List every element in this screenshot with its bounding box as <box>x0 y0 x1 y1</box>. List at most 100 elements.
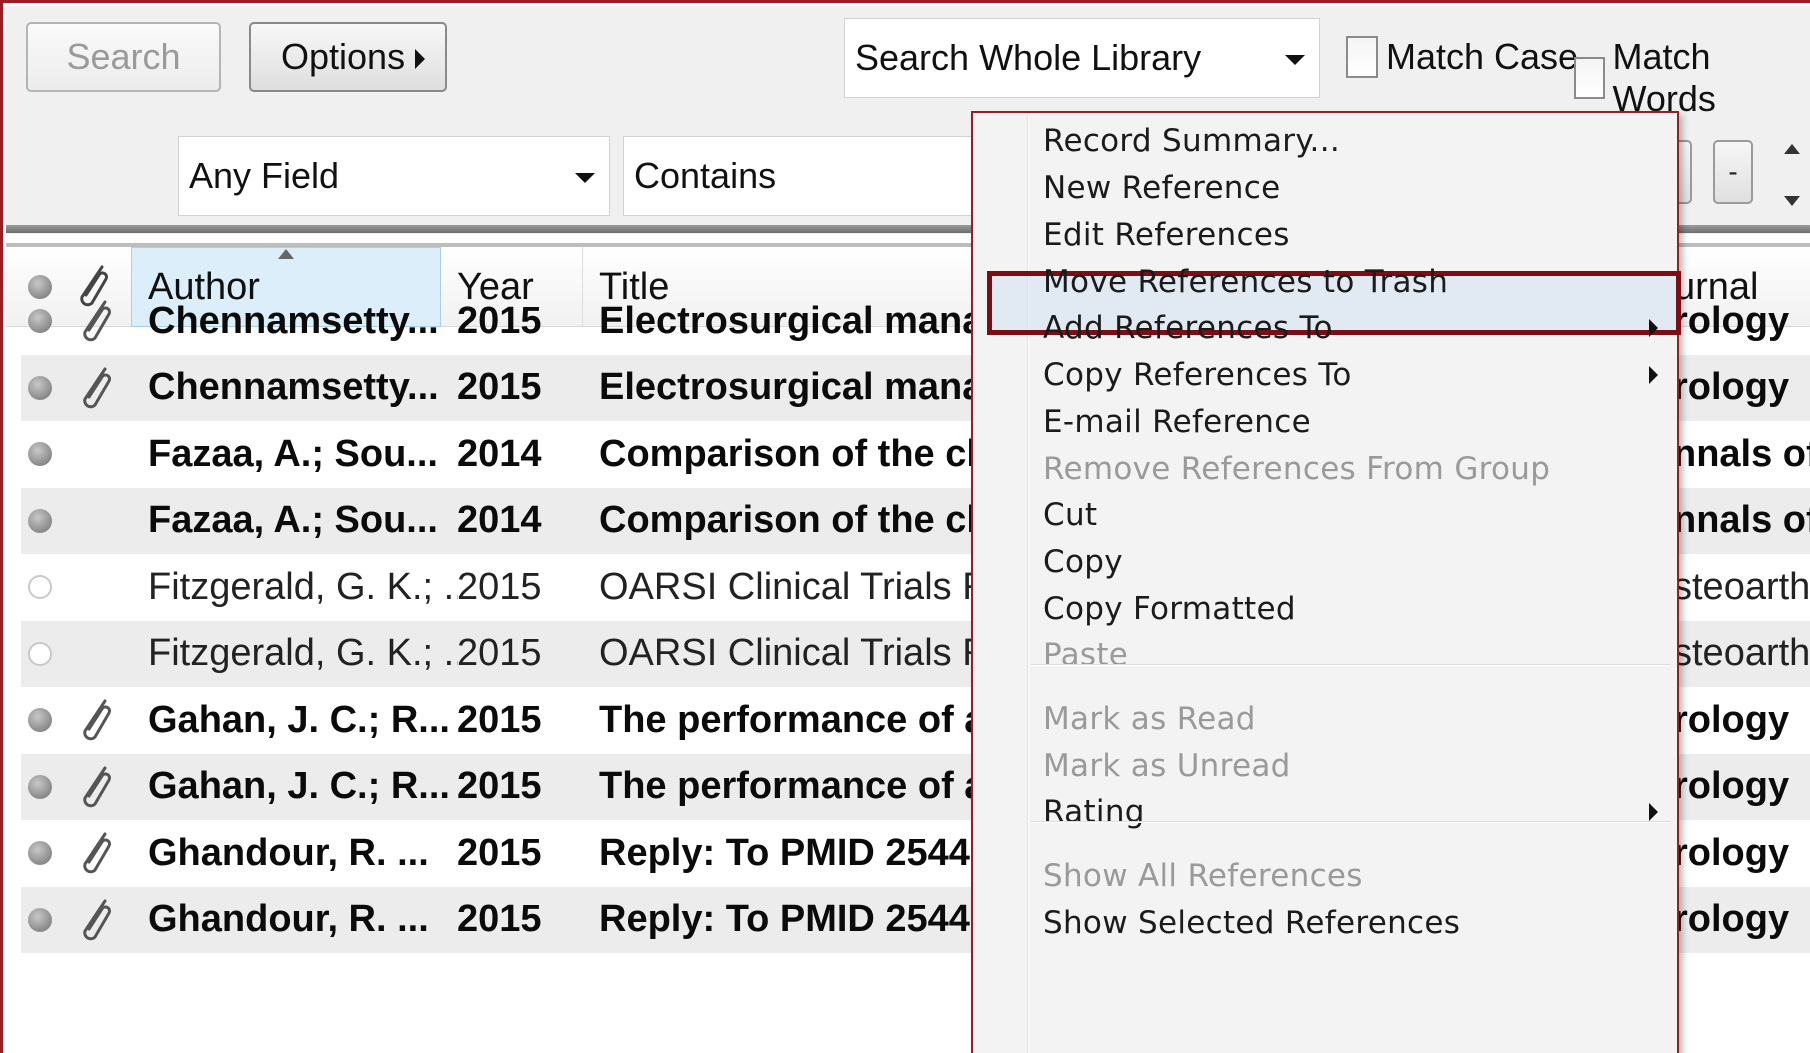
paperclip-icon <box>83 300 111 342</box>
menu-item-add-references-to[interactable]: Add References To <box>1043 301 1658 355</box>
title-cell: Reply: To PMID 25440 <box>599 898 991 940</box>
year-cell: 2014 <box>457 499 542 541</box>
unread-status-icon[interactable] <box>28 508 52 533</box>
author-cell: Gahan, J. C.; R... <box>148 765 450 807</box>
match-case-checkbox[interactable]: Match Case <box>1346 36 1578 78</box>
menu-item-show-all-references: Show All References <box>1043 849 1363 903</box>
search-scope-value: Search Whole Library <box>855 37 1202 78</box>
search-field-value: Any Field <box>189 155 340 196</box>
remove-search-row-button[interactable]: - <box>1713 140 1753 204</box>
menu-item-record-summary[interactable]: Record Summary... <box>1043 114 1340 168</box>
journal-cell: nnals of <box>1673 499 1810 541</box>
chevron-down-icon <box>1285 55 1305 65</box>
menu-item-label: Copy Formatted <box>1043 591 1296 627</box>
title-cell: Electrosurgical manag <box>599 299 991 342</box>
read-status-icon[interactable] <box>28 641 52 666</box>
paperclip-icon <box>83 699 111 741</box>
paperclip-icon <box>83 367 111 408</box>
options-button[interactable]: Options <box>249 22 447 92</box>
author-cell: Ghandour, R. ... <box>148 898 429 940</box>
paperclip-icon <box>83 832 111 874</box>
menu-item-show-selected-references[interactable]: Show Selected References <box>1043 896 1460 950</box>
menu-item-label: Copy <box>1043 544 1123 580</box>
journal-cell: nnals of <box>1673 432 1810 475</box>
author-cell: Ghandour, R. ... <box>148 831 429 874</box>
title-cell: Comparison of the cli <box>599 499 988 541</box>
journal-cell: steoarthr <box>1673 632 1810 674</box>
menu-item-new-reference[interactable]: New Reference <box>1043 161 1280 215</box>
search-button[interactable]: Search <box>26 22 221 92</box>
scroll-down-icon[interactable] <box>1784 196 1800 206</box>
menu-item-label: Add References To <box>1043 310 1333 346</box>
title-cell: Reply: To PMID 25440 <box>599 831 991 874</box>
journal-cell: rology <box>1673 366 1790 408</box>
paperclip-icon <box>83 899 111 940</box>
title-cell: The performance of a <box>599 765 986 807</box>
menu-item-edit-references[interactable]: Edit References <box>1043 208 1290 262</box>
match-words-label: Match Words <box>1612 36 1716 119</box>
options-label: Options <box>281 36 406 77</box>
menu-item-label: Show All References <box>1043 858 1363 894</box>
unread-status-icon[interactable] <box>28 708 52 732</box>
year-cell: 2015 <box>457 565 542 608</box>
search-rows-scrollbar[interactable] <box>1771 126 1810 226</box>
menu-item-cut[interactable]: Cut <box>1043 488 1097 542</box>
menu-separator <box>1031 664 1671 666</box>
unread-status-icon[interactable] <box>28 309 52 333</box>
journal-cell: rology <box>1673 765 1790 807</box>
unread-status-icon[interactable] <box>28 841 52 865</box>
author-cell: Fazaa, A.; Sou... <box>148 432 438 475</box>
menu-item-label: Mark as Read <box>1043 701 1256 737</box>
unread-status-icon[interactable] <box>28 442 52 466</box>
sort-ascending-icon <box>278 249 294 259</box>
menu-item-label: Rating <box>1043 794 1145 830</box>
unread-status-icon[interactable] <box>28 774 52 799</box>
year-cell: 2015 <box>457 765 542 807</box>
author-cell: Chennamsetty... <box>148 299 439 342</box>
author-cell: Gahan, J. C.; R... <box>148 698 450 741</box>
checkbox-box[interactable] <box>1574 57 1605 99</box>
menu-item-label: Paste <box>1043 637 1129 673</box>
chevron-down-icon <box>575 173 595 183</box>
title-cell: OARSI Clinical Trials Recor <box>599 565 991 608</box>
menu-item-copy-references-to[interactable]: Copy References To <box>1043 348 1658 402</box>
menu-item-e-mail-reference[interactable]: E-mail Reference <box>1043 395 1311 449</box>
author-cell: Chennamsetty... <box>148 366 439 408</box>
title-cell: Comparison of the cli <box>599 432 988 475</box>
journal-cell: steoarthr <box>1673 565 1810 608</box>
menu-item-label: New Reference <box>1043 170 1281 206</box>
journal-cell: rology <box>1673 698 1790 741</box>
title-cell: The performance of a <box>599 698 986 741</box>
unread-status-icon[interactable] <box>28 907 52 932</box>
submenu-arrow-icon <box>1649 319 1658 337</box>
search-field-select[interactable]: Any Field <box>178 136 610 216</box>
match-case-label: Match Case <box>1386 36 1579 77</box>
author-cell: Fitzgerald, G. K.; ... <box>148 565 458 608</box>
search-scope-select[interactable]: Search Whole Library <box>844 18 1320 98</box>
menu-item-label: Copy References To <box>1043 357 1352 393</box>
match-words-checkbox[interactable]: Match Words <box>1574 36 1810 120</box>
year-cell: 2015 <box>457 299 542 342</box>
menu-item-paste: Paste <box>1043 628 1128 682</box>
submenu-arrow-icon <box>1649 803 1658 821</box>
checkbox-box[interactable] <box>1346 36 1378 78</box>
menu-item-label: Record Summary... <box>1043 123 1341 159</box>
year-cell: 2015 <box>457 898 542 940</box>
menu-item-rating[interactable]: Rating <box>1043 785 1658 839</box>
year-cell: 2014 <box>457 432 542 475</box>
menu-item-remove-references-from-group: Remove References From Group <box>1043 442 1550 496</box>
read-status-icon[interactable] <box>28 575 52 599</box>
menu-item-copy[interactable]: Copy <box>1043 535 1123 589</box>
search-operator-value: Contains <box>634 155 777 196</box>
author-cell: Fazaa, A.; Sou... <box>148 499 438 541</box>
year-cell: 2015 <box>457 698 542 741</box>
search-operator-select[interactable]: Contains <box>623 136 1023 216</box>
author-cell: Fitzgerald, G. K.; ... <box>148 632 458 674</box>
paperclip-icon <box>83 766 111 807</box>
menu-item-label: E-mail Reference <box>1043 404 1311 440</box>
menu-separator <box>1031 821 1671 823</box>
unread-status-icon[interactable] <box>28 375 52 400</box>
menu-item-label: Edit References <box>1043 217 1290 253</box>
scroll-up-icon[interactable] <box>1784 144 1800 154</box>
year-cell: 2015 <box>457 632 542 674</box>
